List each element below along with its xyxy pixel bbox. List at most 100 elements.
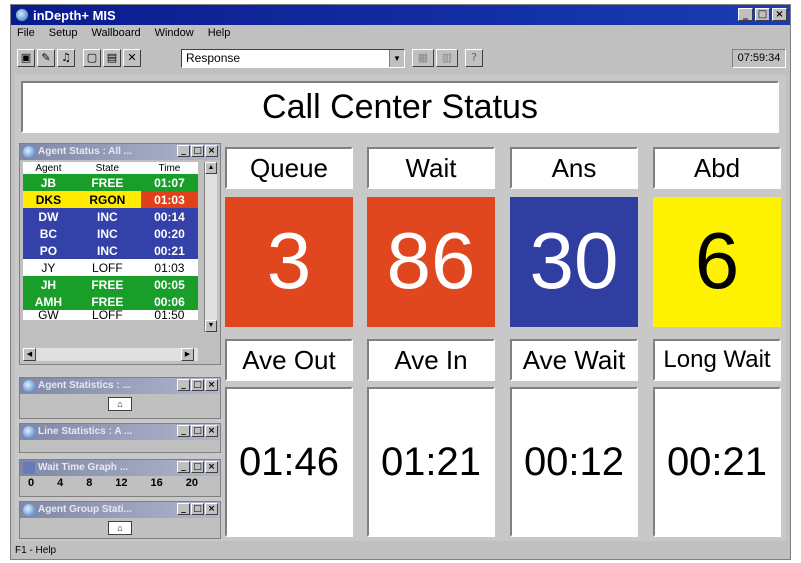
wait-time-graph-window[interactable]: Wait Time Graph ... _ □ × 0 4 8 12 16 20 (19, 459, 221, 497)
globe-icon (23, 426, 35, 438)
vertical-scrollbar[interactable]: ▲ ▼ (204, 162, 217, 332)
maximize-button[interactable]: □ (191, 503, 204, 515)
wallboard-area: Call Center Status Agent Status : All ..… (15, 75, 786, 541)
time-cell: 00:21 (140, 242, 198, 259)
time-cell: 01:07 (140, 174, 198, 191)
report-select[interactable]: Response ▼ (181, 49, 405, 68)
wait-value: 86 (367, 197, 495, 327)
agent-status-window[interactable]: Agent Status : All ... _ □ × Agent State… (19, 143, 221, 365)
table-row[interactable]: GW LOFF 01:50 (23, 309, 198, 321)
scroll-right-icon[interactable]: ▶ (181, 348, 194, 361)
maximize-button[interactable]: □ (191, 379, 204, 391)
menu-setup[interactable]: Setup (47, 27, 80, 43)
help-icon[interactable]: ? (465, 49, 483, 67)
menu-file[interactable]: File (15, 27, 37, 43)
table-row[interactable]: PO INC 00:21 (23, 242, 198, 259)
wait-time-graph-title: Wait Time Graph ... (38, 462, 129, 473)
minimize-button[interactable]: _ (177, 461, 190, 473)
close-button[interactable]: × (772, 8, 787, 21)
maximize-button[interactable]: □ (191, 461, 204, 473)
minimize-button[interactable]: _ (177, 379, 190, 391)
bell-icon[interactable]: ♫ (57, 49, 75, 67)
ave-in-label: Ave In (367, 339, 495, 381)
close-button[interactable]: × (205, 425, 218, 437)
wait-label: Wait (367, 147, 495, 189)
close-button[interactable]: × (205, 145, 218, 157)
scroll-left-icon[interactable]: ◀ (23, 348, 36, 361)
menu-bar: File Setup Wallboard Window Help (15, 27, 232, 43)
column-header-state[interactable]: State (73, 162, 141, 174)
grid-icon[interactable]: ▦ (412, 49, 434, 67)
table-row[interactable]: DKS RGON 01:03 (23, 191, 198, 208)
agent-cell: JB (23, 174, 74, 191)
agent-cell: DKS (23, 191, 74, 208)
scroll-down-icon[interactable]: ▼ (205, 320, 217, 332)
maximize-button[interactable]: □ (755, 8, 770, 21)
state-cell: LOFF (73, 309, 141, 321)
axis-tick: 0 (28, 477, 35, 489)
menu-help[interactable]: Help (206, 27, 233, 43)
table-row[interactable]: BC INC 00:20 (23, 225, 198, 242)
queue-label: Queue (225, 147, 353, 189)
close-button[interactable]: × (205, 503, 218, 515)
agent-cell: AMH (23, 293, 74, 310)
maximize-button[interactable]: □ (191, 145, 204, 157)
agent-group-icon: ⌂ (108, 521, 132, 535)
column-header-agent[interactable]: Agent (23, 162, 74, 174)
close-button[interactable]: × (205, 461, 218, 473)
table-row[interactable]: JY LOFF 01:03 (23, 259, 198, 276)
agent-table: Agent State Time JB FREE 01:07 DKS RGON 01:0… (23, 162, 198, 321)
globe-icon (23, 146, 35, 158)
agent-cell: DW (23, 208, 74, 225)
title-bar: inDepth+ MIS _ □ × (11, 5, 790, 25)
ave-wait-value: 00:12 (510, 387, 638, 537)
axis-tick: 16 (150, 477, 163, 489)
state-cell: INC (73, 225, 141, 242)
chevron-down-icon[interactable]: ▼ (389, 50, 404, 67)
time-cell: 00:20 (140, 225, 198, 242)
ave-out-label: Ave Out (225, 339, 353, 381)
clock: 07:59:34 (732, 49, 786, 68)
minimize-button[interactable]: _ (177, 145, 190, 157)
toolbar: ▣ ✎ ♫ ▢ ▤ ✕ Response ▼ ▦ ▥ ? 07:59:34 (15, 47, 786, 71)
display-icon[interactable]: ▣ (17, 49, 35, 67)
ans-label: Ans (510, 147, 638, 189)
agent-cell: BC (23, 225, 74, 242)
agent-statistics-window[interactable]: Agent Statistics : ... _ □ × ⌂ (19, 377, 221, 419)
agent-group-statistics-window[interactable]: Agent Group Stati... _ □ × ⌂ (19, 501, 221, 539)
maximize-button[interactable]: □ (191, 425, 204, 437)
time-cell: 01:03 (140, 259, 198, 276)
horizontal-scrollbar[interactable]: ◀ ▶ (23, 348, 198, 361)
state-cell: INC (73, 208, 141, 225)
new-document-icon[interactable]: ▢ (83, 49, 101, 67)
minimize-button[interactable]: _ (177, 425, 190, 437)
table-row[interactable]: JH FREE 00:05 (23, 276, 198, 293)
abd-value: 6 (653, 197, 781, 327)
agent-statistics-title: Agent Statistics : ... (38, 380, 131, 391)
minimize-button[interactable]: _ (738, 8, 753, 21)
menu-window[interactable]: Window (153, 27, 196, 43)
minimize-button[interactable]: _ (177, 503, 190, 515)
close-icon[interactable]: ✕ (123, 49, 141, 67)
queue-value: 3 (225, 197, 353, 327)
close-button[interactable]: × (205, 379, 218, 391)
line-statistics-window[interactable]: Line Statistics : A ... _ □ × (19, 423, 221, 453)
window-icon[interactable]: ▤ (103, 49, 121, 67)
time-cell: 01:03 (140, 191, 198, 208)
agent-cell: JY (23, 259, 74, 276)
table-row[interactable]: JB FREE 01:07 (23, 174, 198, 191)
grid-alt-icon[interactable]: ▥ (436, 49, 458, 67)
state-cell: LOFF (73, 259, 141, 276)
state-cell: RGON (73, 191, 141, 208)
app-globe-icon (15, 8, 29, 22)
scroll-up-icon[interactable]: ▲ (205, 162, 217, 174)
agent-status-title: Agent Status : All ... (38, 146, 133, 157)
long-wait-value: 00:21 (653, 387, 781, 537)
table-row[interactable]: DW INC 00:14 (23, 208, 198, 225)
axis-tick: 8 (86, 477, 93, 489)
column-header-time[interactable]: Time (140, 162, 198, 174)
menu-wallboard[interactable]: Wallboard (89, 27, 142, 43)
tools-icon[interactable]: ✎ (37, 49, 55, 67)
page-title: Call Center Status (21, 81, 779, 133)
globe-icon (23, 504, 35, 516)
